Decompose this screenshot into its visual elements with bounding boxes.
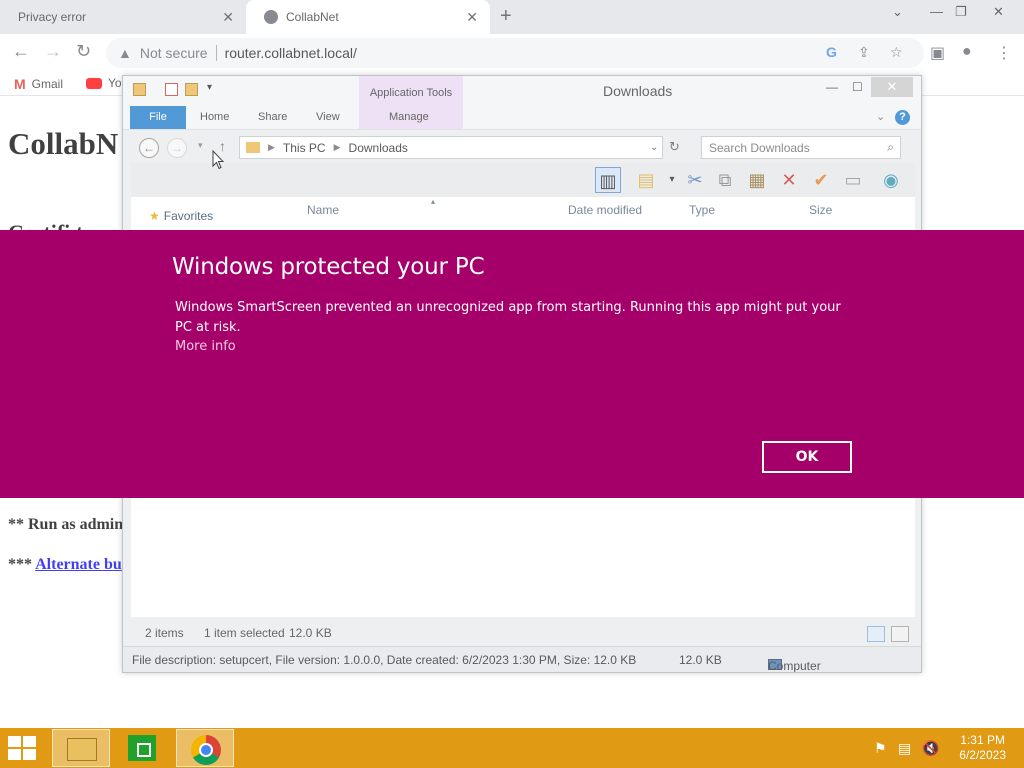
dialog-title: Windows protected your PC (172, 254, 485, 280)
dialog-message: Windows SmartScreen prevented an unrecog… (175, 300, 841, 335)
taskbar-file-explorer[interactable] (52, 729, 110, 767)
chrome-icon (191, 735, 221, 765)
action-center-flag-icon[interactable]: ⚑ (874, 740, 887, 757)
taskbar-chrome[interactable] (176, 729, 234, 767)
volume-muted-icon[interactable]: 🔇 (922, 740, 939, 757)
smartscreen-dialog: Windows protected your PC Windows SmartS… (0, 230, 1024, 498)
system-clock[interactable]: 1:31 PM 6/2/2023 (959, 733, 1006, 763)
taskbar: ⚑ ▤ 🔇 1:31 PM 6/2/2023 (0, 728, 1024, 768)
windows-start-icon[interactable] (8, 736, 38, 760)
network-icon[interactable]: ▤ (898, 740, 911, 757)
clock-time: 1:31 PM (960, 733, 1005, 747)
clock-date: 6/2/2023 (959, 748, 1006, 762)
ok-button[interactable]: OK (762, 441, 852, 473)
more-info-link[interactable]: More info (175, 339, 236, 354)
file-explorer-icon (67, 738, 97, 761)
taskbar-store[interactable] (114, 729, 172, 767)
store-icon (128, 735, 156, 761)
